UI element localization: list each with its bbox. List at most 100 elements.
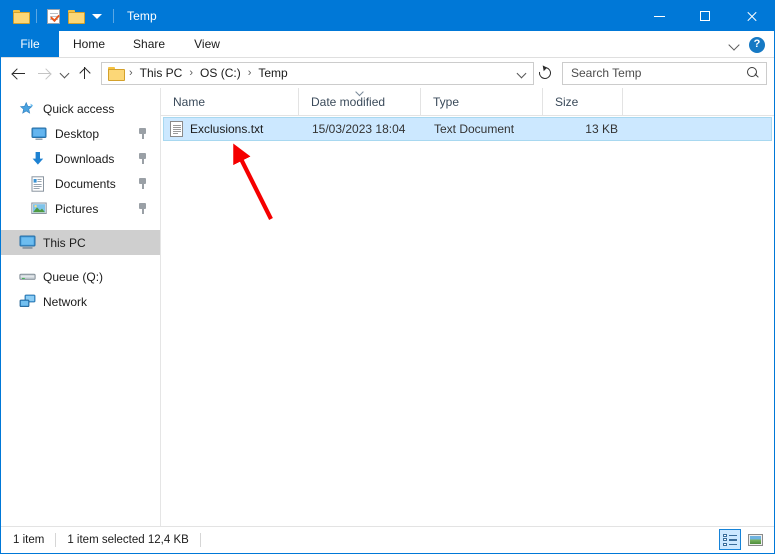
sidebar-item-network[interactable]: Network [1, 289, 160, 314]
star-icon [19, 101, 36, 116]
sidebar-item-pictures[interactable]: Pictures [1, 196, 160, 221]
customize-caret-icon[interactable] [86, 5, 108, 27]
address-bar: › This PC › OS (C:) › Temp [1, 58, 774, 88]
column-header-type[interactable]: Type [421, 88, 543, 115]
breadcrumb-separator-2[interactable]: › [245, 67, 255, 79]
sidebar-item-label: Pictures [55, 201, 99, 216]
folder-icon[interactable] [9, 5, 31, 27]
sidebar-item-label: Network [43, 294, 88, 309]
details-view-button[interactable] [719, 529, 741, 550]
tab-share[interactable]: Share [119, 31, 179, 57]
ribbon-right-controls: ? [730, 31, 770, 58]
pin-icon[interactable] [137, 203, 148, 214]
column-header-label: Size [555, 94, 579, 109]
window-controls [636, 1, 774, 31]
documents-icon [31, 175, 48, 192]
sidebar-item-label: Documents [55, 176, 116, 191]
status-divider [55, 533, 57, 547]
sidebar-item-documents[interactable]: Documents [1, 171, 160, 196]
sidebar-item-label: Downloads [55, 151, 115, 166]
file-date-cell: 15/03/2023 18:04 [312, 122, 406, 136]
breadcrumb-temp[interactable]: Temp [254, 64, 291, 82]
column-header-label: Type [433, 94, 460, 109]
recent-locations-icon[interactable] [56, 61, 72, 85]
properties-icon[interactable] [42, 5, 64, 27]
up-button[interactable] [72, 61, 97, 85]
sidebar-item-desktop[interactable]: Desktop [1, 121, 160, 146]
sidebar-item-quick-access[interactable]: Quick access [1, 96, 160, 121]
column-headers: Name Date modified Type Size [161, 88, 774, 116]
breadcrumb-folder-icon[interactable] [107, 67, 126, 81]
minimize-button[interactable] [636, 1, 682, 31]
search-input[interactable] [571, 66, 747, 80]
file-explorer-window: Temp File Home Share View ? › This PC › … [0, 0, 775, 554]
search-box[interactable] [562, 61, 767, 85]
file-size-cell: 13 KB [585, 122, 618, 136]
view-buttons [719, 529, 766, 550]
ribbon-tab-bar: File Home Share View ? [1, 31, 774, 58]
forward-button[interactable] [31, 61, 56, 85]
status-bar: 1 item 1 item selected 12,4 KB [1, 526, 774, 553]
search-icon[interactable] [747, 66, 760, 80]
item-count-label: 1 item [13, 534, 45, 546]
column-header-date-modified[interactable]: Date modified [299, 88, 421, 115]
breadcrumb: › This PC › OS (C:) › Temp [107, 64, 513, 82]
selection-info-label: 1 item selected 12,4 KB [67, 534, 189, 546]
file-name-label: Exclusions.txt [190, 122, 264, 136]
previous-locations-icon[interactable] [513, 70, 529, 77]
details-view-icon [723, 533, 737, 546]
pin-icon[interactable] [137, 153, 148, 164]
tab-home[interactable]: Home [59, 31, 119, 57]
text-document-icon [170, 121, 183, 137]
refresh-button[interactable] [534, 61, 556, 85]
column-header-label: Name [173, 94, 206, 109]
sidebar-item-label: Quick access [43, 101, 115, 116]
file-list-pane[interactable]: Name Date modified Type Size Exclusions.… [161, 88, 774, 526]
column-header-label: Date modified [311, 94, 386, 109]
chevron-down-icon[interactable] [730, 40, 739, 49]
pictures-icon [31, 202, 48, 215]
tab-view[interactable]: View [179, 31, 235, 57]
window-title: Temp [127, 9, 157, 23]
pin-icon[interactable] [137, 128, 148, 139]
close-button[interactable] [728, 1, 774, 31]
main-body: Quick access Desktop Downloads Documents… [1, 88, 774, 526]
this-pc-icon [19, 235, 36, 250]
column-header-name[interactable]: Name [161, 88, 299, 115]
toolbar-divider [36, 9, 37, 23]
sidebar-item-label: Queue (Q:) [43, 269, 104, 284]
column-header-size[interactable]: Size [543, 88, 623, 115]
navigation-pane[interactable]: Quick access Desktop Downloads Documents… [1, 88, 161, 526]
table-row[interactable]: Exclusions.txt 15/03/2023 18:04 Text Doc… [163, 117, 772, 141]
quick-access-toolbar [1, 5, 119, 27]
breadcrumb-this-pc[interactable]: This PC [136, 64, 187, 82]
large-icons-view-icon [747, 533, 763, 546]
drive-icon [19, 271, 36, 282]
pin-icon[interactable] [137, 178, 148, 189]
title-bar: Temp [1, 1, 774, 31]
tab-file[interactable]: File [1, 31, 59, 57]
breadcrumb-os-c[interactable]: OS (C:) [196, 64, 245, 82]
network-icon [19, 294, 36, 309]
sidebar-item-this-pc[interactable]: This PC [1, 230, 160, 255]
breadcrumb-separator-0[interactable]: › [126, 67, 136, 79]
sidebar-item-queue-q[interactable]: Queue (Q:) [1, 264, 160, 289]
back-button[interactable] [6, 61, 31, 85]
help-icon[interactable]: ? [749, 36, 765, 53]
sidebar-item-downloads[interactable]: Downloads [1, 146, 160, 171]
sidebar-item-label: Desktop [55, 126, 100, 141]
new-folder-icon[interactable] [64, 5, 86, 27]
large-icons-view-button[interactable] [744, 529, 766, 550]
desktop-icon [31, 127, 48, 141]
status-divider-2 [199, 533, 201, 547]
address-path-field[interactable]: › This PC › OS (C:) › Temp [101, 61, 534, 85]
toolbar-divider-2 [113, 9, 114, 23]
file-name-cell: Exclusions.txt [164, 121, 302, 137]
file-type-cell: Text Document [434, 122, 515, 136]
maximize-button[interactable] [682, 1, 728, 31]
sidebar-item-label: This PC [43, 235, 86, 250]
breadcrumb-separator-1[interactable]: › [186, 67, 196, 79]
sort-ascending-icon [355, 89, 364, 94]
